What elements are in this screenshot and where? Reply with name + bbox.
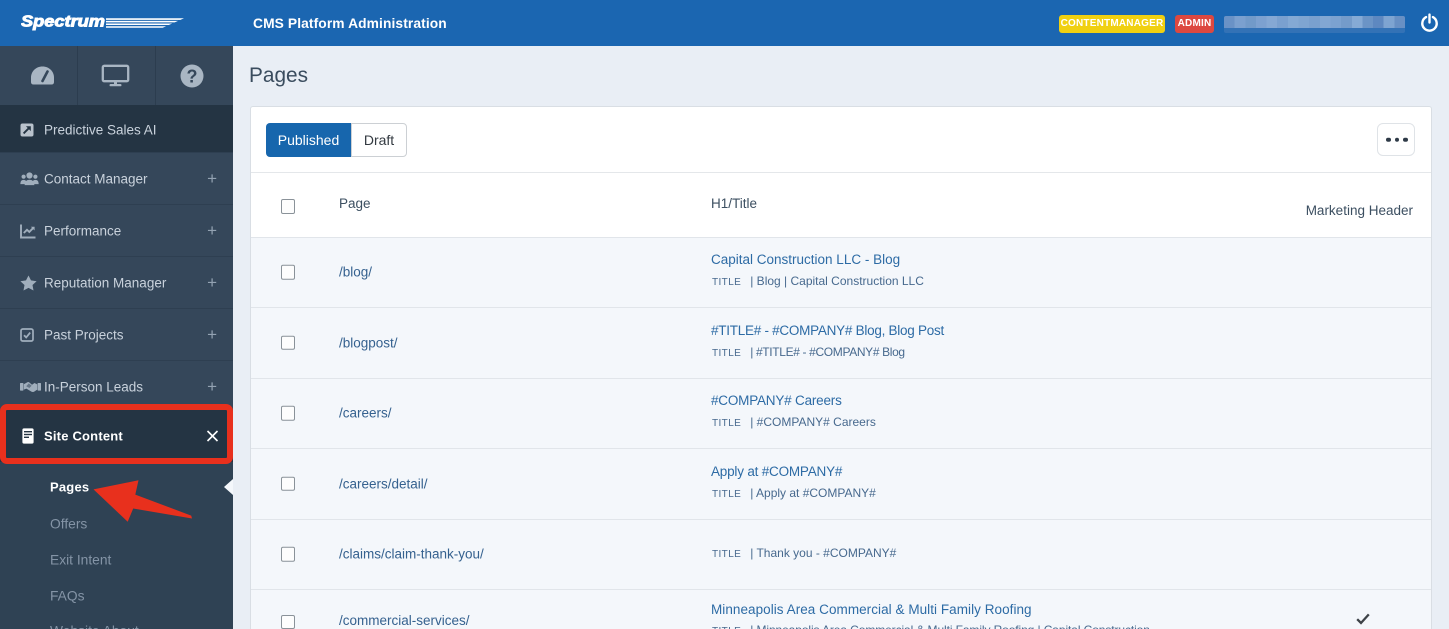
svg-text:?: ?: [187, 66, 198, 86]
svg-text:Spectrum: Spectrum: [21, 14, 105, 31]
